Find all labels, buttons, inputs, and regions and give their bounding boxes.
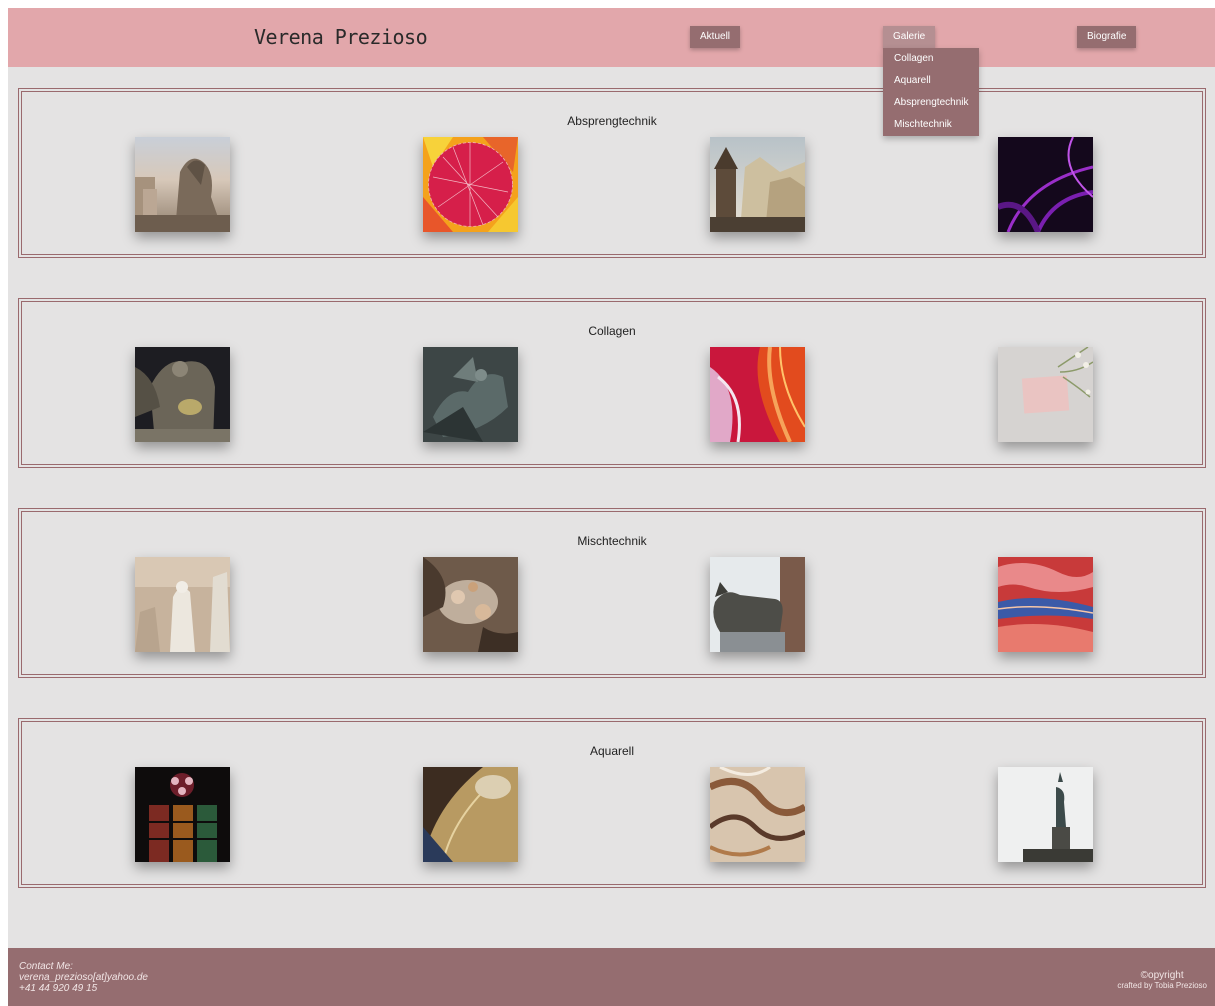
dropdown-item-aquarell[interactable]: Aquarell (883, 70, 979, 92)
dropdown-item-absprengtechnik[interactable]: Absprengtechnik (883, 92, 979, 114)
copyright-text: ©opyright (1140, 970, 1184, 981)
gallery-section-collagen: Collagen (18, 298, 1206, 468)
gallery-thumbnail-she-wolf-statue[interactable] (710, 557, 805, 652)
site-header: Verena Prezioso Aktuell Galerie Biografi… (8, 8, 1215, 67)
nav-galerie-button[interactable]: Galerie (883, 26, 936, 48)
gallery-section-mischtechnik: Mischtechnik (18, 508, 1206, 678)
site-title[interactable]: Verena Prezioso (254, 25, 428, 49)
section-title: Absprengtechnik (567, 114, 657, 128)
gallery-section-aquarell: Aquarell (18, 718, 1206, 888)
contact-phone: +41 44 920 49 15 (19, 983, 98, 994)
dropdown-item-collagen[interactable]: Collagen (883, 48, 979, 70)
gallery-thumbnail-pink-agate[interactable] (710, 347, 805, 442)
gallery-thumbnail-angel-statue[interactable] (135, 347, 230, 442)
gallery-thumbnail-statue-of-liberty[interactable] (998, 767, 1093, 862)
dropdown-item-mischtechnik[interactable]: Mischtechnik (883, 114, 979, 136)
site-footer: Contact Me: verena_prezioso[at]yahoo.de … (8, 948, 1215, 1006)
gallery-thumbnail-dome-interior[interactable] (423, 767, 518, 862)
gallery-thumbnail-baroque-ceiling[interactable] (423, 557, 518, 652)
section-title: Mischtechnik (577, 534, 647, 548)
gallery-section-absprengtechnik: Absprengtechnik (18, 88, 1206, 258)
gallery-thumbnail-gargoyle[interactable] (135, 137, 230, 232)
nav-biografie-button[interactable]: Biografie (1077, 26, 1137, 48)
gallery-thumbnail-marble-swirl[interactable] (710, 767, 805, 862)
gallery-thumbnail-stained-glass[interactable] (135, 767, 230, 862)
gallery-thumbnail-red-mosaic[interactable] (423, 137, 518, 232)
gallery-thumbnail-bronze-relief[interactable] (423, 347, 518, 442)
nav-aktuell-button[interactable]: Aktuell (690, 26, 741, 48)
page: Verena Prezioso Aktuell Galerie Biografi… (8, 8, 1215, 1006)
contact-info: Contact Me: verena_prezioso[at]yahoo.de … (19, 961, 148, 994)
section-title: Collagen (588, 324, 636, 338)
copyright-block: ©opyright crafted by Tobia Prezioso (1117, 971, 1207, 991)
contact-email-link[interactable]: verena_prezioso[at]yahoo.de (19, 972, 148, 983)
galerie-dropdown-menu: Collagen Aquarell Absprengtechnik Mischt… (883, 48, 979, 136)
gallery-thumbnail-marble-statues[interactable] (135, 557, 230, 652)
gallery-thumbnail-castle-cliff[interactable] (710, 137, 805, 232)
contact-label: Contact Me: (19, 961, 73, 972)
section-title: Aquarell (589, 744, 635, 758)
gallery-thumbnail-purple-light[interactable] (998, 137, 1093, 232)
credit-text: crafted by Tobia Prezioso (1117, 981, 1207, 990)
gallery-thumbnail-pink-card-flowers[interactable] (998, 347, 1093, 442)
gallery-thumbnail-red-agate[interactable] (998, 557, 1093, 652)
